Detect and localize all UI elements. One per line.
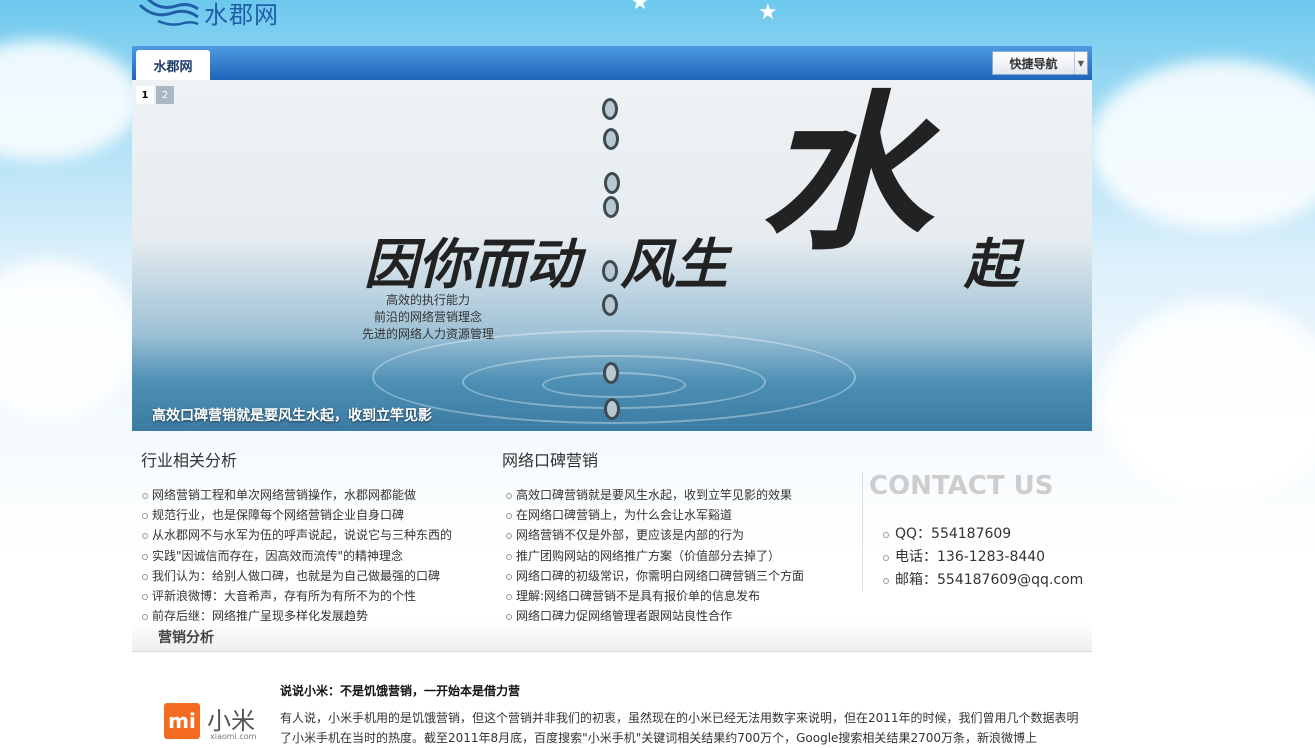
xiaomi-logo[interactable]: mi 小米 xiaomi.com	[152, 671, 272, 748]
banner-sub-line: 高效的执行能力	[386, 293, 471, 307]
article-preview: 说说小米：不是饥饿营销，一开始本是借力营 有人说，小米手机用的是饥饿营销，但这个…	[280, 682, 1080, 748]
banner-sub-line: 前沿的网络营销理念	[374, 310, 483, 324]
slide-page-1[interactable]: 1	[136, 86, 154, 104]
banner-caption[interactable]: 高效口碑营销就是要风生水起，收到立竿见影	[152, 405, 432, 425]
contact-qq: QQ：554187609	[883, 523, 1083, 546]
water-drop-icon	[602, 98, 618, 120]
background-cloud	[0, 260, 140, 420]
water-drop-icon	[602, 260, 618, 282]
star-icon: ★	[630, 0, 650, 15]
water-waves-icon	[138, 0, 199, 26]
list-item[interactable]: 实践"因诚信而存在，因高效而流传"的精神理念	[141, 546, 452, 566]
section-title: 行业相关分析	[141, 451, 238, 470]
list-item[interactable]: 网络营销不仅是外部，更应该是内部的行为	[505, 525, 804, 545]
list-item[interactable]: 规范行业，也是保障每个网络营销企业自身口碑	[141, 505, 452, 525]
background-cloud	[1090, 60, 1315, 230]
mi-logo-icon: mi	[164, 703, 200, 739]
marketing-section-header: 营销分析	[132, 621, 1092, 652]
industry-list: 网络营销工程和单次网络营销操作，水郡网都能做 规范行业，也是保障每个网络营销企业…	[141, 485, 452, 626]
banner-sub-slogan: 高效的执行能力 前沿的网络营销理念 先进的网络人力资源管理	[362, 292, 494, 343]
water-drop-icon	[604, 398, 620, 420]
xiaomi-logo-cn: 小米	[207, 707, 255, 735]
water-drop-icon	[603, 362, 619, 384]
list-item[interactable]: 高效口碑营销就是要风生水起，收到立竿见影的效果	[505, 485, 804, 505]
tab-bar: 水郡网 快捷导航 ▼	[132, 46, 1092, 80]
site-logo-text: 水郡网	[204, 0, 279, 29]
water-drop-icon	[604, 172, 620, 194]
slide-page-2[interactable]: 2	[156, 86, 174, 104]
banner-headline-mid: 风生	[620, 233, 728, 296]
background-cloud	[1100, 300, 1315, 500]
industry-analysis-section: 行业相关分析 网络营销工程和单次网络营销操作，水郡网都能做 规范行业，也是保障每…	[141, 447, 452, 626]
water-drop-icon	[602, 294, 618, 316]
quick-nav-dropdown[interactable]: 快捷导航 ▼	[992, 51, 1088, 75]
contact-panel: CONTACT US QQ：554187609 电话：136-1283-8440…	[862, 471, 1091, 591]
section-title: 营销分析	[158, 630, 214, 646]
article-title[interactable]: 说说小米：不是饥饿营销，一开始本是借力营	[280, 682, 1080, 699]
chevron-down-icon: ▼	[1074, 52, 1087, 74]
contact-list: QQ：554187609 电话：136-1283-8440 邮箱：5541876…	[883, 523, 1083, 592]
star-icon: ★	[758, 0, 778, 25]
banner-headline-end: 起	[964, 233, 1018, 296]
word-of-mouth-section: 网络口碑营销 高效口碑营销就是要风生水起，收到立竿见影的效果 在网络口碑营销上，…	[502, 447, 804, 626]
banner-sub-line: 先进的网络人力资源管理	[362, 327, 495, 341]
list-item[interactable]: 网络口碑的初级常识，你需明白网络口碑营销三个方面	[505, 566, 804, 586]
list-item[interactable]: 推广团购网站的网络推广方案（价值部分去掉了）	[505, 546, 804, 566]
slide-pager: 1 2	[136, 86, 174, 104]
banner-headline-big: 水	[760, 80, 931, 274]
contact-title: CONTACT US	[869, 471, 1054, 501]
contact-email: 邮箱：554187609@qq.com	[883, 569, 1083, 592]
water-drop-icon	[603, 128, 619, 150]
section-title: 网络口碑营销	[502, 451, 599, 470]
contact-phone: 电话：136-1283-8440	[883, 546, 1083, 569]
list-item[interactable]: 我们认为：给别人做口碑，也就是为自己做最强的口碑	[141, 566, 452, 586]
list-item[interactable]: 网络营销工程和单次网络营销操作，水郡网都能做	[141, 485, 452, 505]
water-drop-icon	[603, 196, 619, 218]
list-item[interactable]: 理解:网络口碑营销不是具有报价单的信息发布	[505, 586, 804, 606]
wom-list: 高效口碑营销就是要风生水起，收到立竿见影的效果 在网络口碑营销上，为什么会让水军…	[505, 485, 804, 626]
background-cloud	[0, 40, 140, 160]
list-item[interactable]: 从水郡网不与水军为伍的呼声说起，说说它与三种东西的	[141, 525, 452, 545]
quick-nav-label: 快捷导航	[1009, 56, 1058, 71]
site-logo[interactable]: 水郡网	[138, 0, 279, 29]
banner-slideshow[interactable]: 1 2 因你而动 风生 水 起 高效的执行能力 前沿的网络营销理念 先进的网络人…	[132, 80, 1092, 431]
article-body: 有人说，小米手机用的是饥饿营销，但这个营销并非我们的初衷，虽然现在的小米已经无法…	[280, 711, 1079, 745]
main-frame: 水郡网 快捷导航 ▼ 1 2 因你而动 风生 水 起 高效的执行能力 前沿的网络…	[132, 46, 1092, 431]
list-item[interactable]: 在网络口碑营销上，为什么会让水军谿道	[505, 505, 804, 525]
xiaomi-logo-en: xiaomi.com	[210, 732, 257, 741]
list-item[interactable]: 评新浪微博：大音希声，存有所为有所不为的个性	[141, 586, 452, 606]
banner-headline-left: 因你而动	[364, 233, 580, 296]
tab-home[interactable]: 水郡网	[136, 50, 210, 80]
